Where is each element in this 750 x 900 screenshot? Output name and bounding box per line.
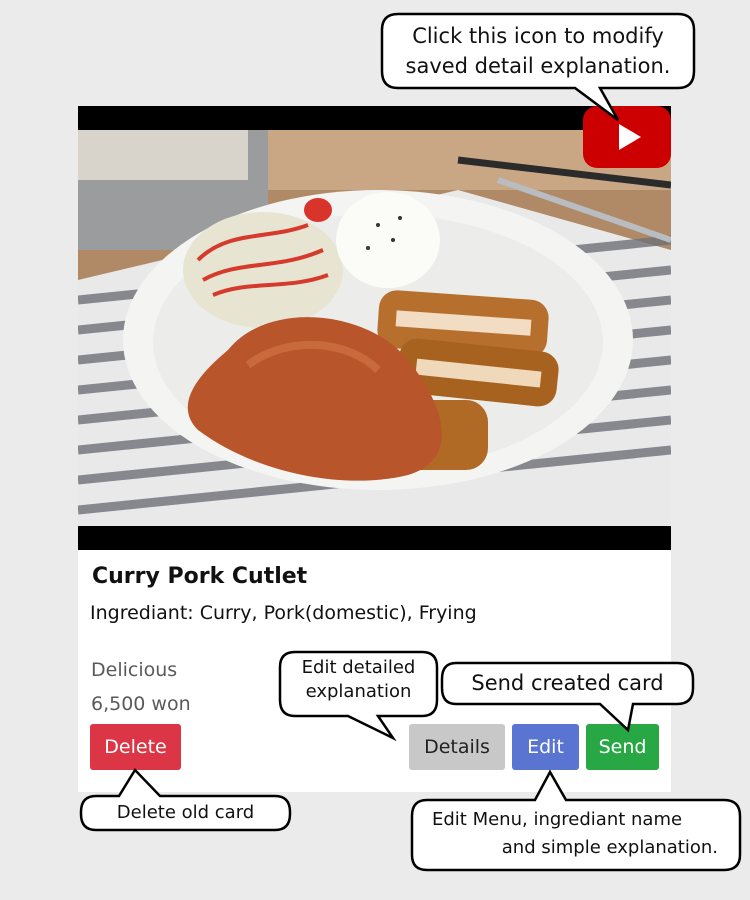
icon-callout-text: Click this icon to modify saved detail e… bbox=[384, 21, 692, 81]
curry-pork-cutlet-image bbox=[78, 130, 671, 526]
price-text: 6,500 won bbox=[91, 693, 191, 715]
details-callout-line1: Edit detailed bbox=[301, 657, 416, 678]
edit-callout-line1: Edit Menu, ingrediant name bbox=[432, 809, 683, 830]
delete-button[interactable]: Delete bbox=[90, 724, 181, 770]
edit-callout-line2: and simple explanation. bbox=[501, 837, 718, 858]
short-description: Delicious bbox=[91, 659, 178, 681]
send-callout-text: Send created card bbox=[471, 671, 664, 695]
details-callout-text: Edit detailed explanation bbox=[282, 656, 435, 704]
send-button[interactable]: Send bbox=[586, 724, 659, 770]
ingredient-text: Ingrediant: Curry, Pork(domestic), Fryin… bbox=[90, 602, 477, 624]
icon-callout-line1: Click this icon to modify bbox=[412, 24, 664, 48]
delete-callout-text: Delete old card bbox=[116, 802, 255, 823]
icon-callout-line2: saved detail explanation. bbox=[405, 54, 671, 78]
details-callout-line2: explanation bbox=[305, 681, 412, 702]
food-photo bbox=[78, 106, 671, 550]
edit-callout-text: Edit Menu, ingrediant name and simple ex… bbox=[414, 806, 736, 862]
details-button[interactable]: Details bbox=[409, 724, 505, 770]
menu-title: Curry Pork Cutlet bbox=[92, 564, 308, 589]
edit-button[interactable]: Edit bbox=[512, 724, 579, 770]
youtube-play-icon[interactable] bbox=[583, 106, 671, 168]
